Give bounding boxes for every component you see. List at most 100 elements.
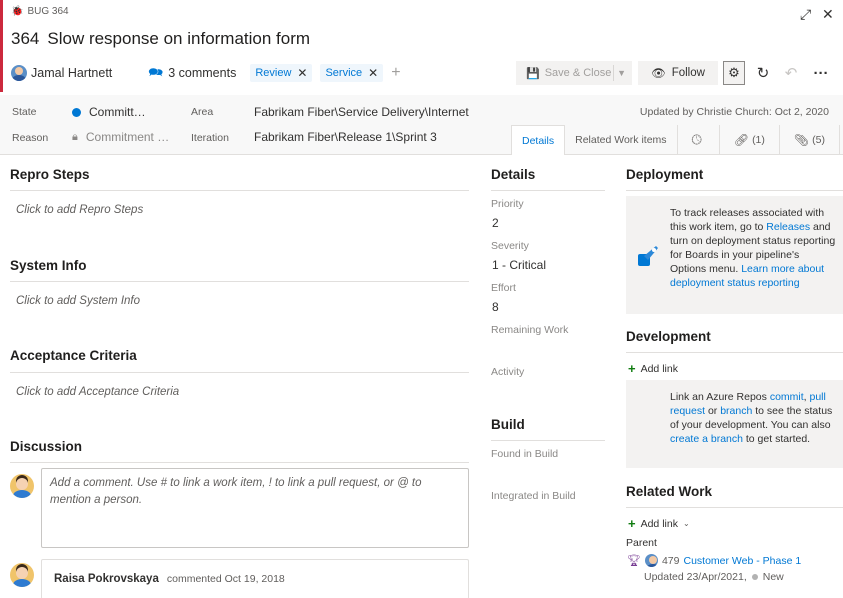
releases-link[interactable]: Releases <box>766 221 810 233</box>
build-heading: Build <box>491 417 525 432</box>
lock-icon: 🔒︎ <box>72 130 78 143</box>
development-add-link-button[interactable]: + Add link <box>628 361 678 376</box>
development-text: Link an Azure Repos <box>670 391 770 403</box>
state-indicator <box>72 107 81 117</box>
more-actions-icon[interactable]: ··· <box>810 61 832 85</box>
parent-state: New <box>762 571 784 583</box>
area-value[interactable]: Fabrikam Fiber\Service Delivery\Internet <box>254 105 469 119</box>
severity-value[interactable]: 1 - Critical <box>492 258 546 272</box>
chevron-down-icon[interactable]: ▼ <box>617 68 626 78</box>
section-divider <box>491 190 605 191</box>
found-in-build-label: Found in Build <box>491 448 559 460</box>
repro-steps-heading: Repro Steps <box>10 167 90 182</box>
rocket-deploy-icon <box>638 246 658 266</box>
integrated-in-build-label: Integrated in Build <box>491 490 576 502</box>
plus-icon: + <box>628 516 636 531</box>
priority-value[interactable]: 2 <box>492 216 499 230</box>
remove-tag-icon[interactable]: ✕ <box>297 66 307 80</box>
work-item-tabs: Details Related Work items 🕓︎ 🔗︎ (1) 📎︎ … <box>511 125 840 155</box>
tab-history[interactable]: 🕓︎ <box>676 125 719 155</box>
tab-links[interactable]: 🔗︎ (1) <box>718 125 779 155</box>
integrated-in-build-field[interactable] <box>491 504 601 522</box>
section-divider <box>10 281 469 282</box>
trophy-icon: 🏆︎ <box>627 555 641 567</box>
effort-label: Effort <box>491 282 516 294</box>
severity-label: Severity <box>491 240 529 252</box>
section-divider <box>10 462 469 463</box>
last-updated[interactable]: Updated by Christie Church: Oct 2, 2020 <box>640 106 829 118</box>
save-close-label: Save & Close <box>544 67 612 79</box>
section-divider <box>10 372 469 373</box>
branch-link[interactable]: branch <box>720 405 752 417</box>
tag-label: Service <box>325 67 363 79</box>
iteration-value[interactable]: Fabrikam Fiber\Release 1\Sprint 3 <box>254 130 437 144</box>
work-item-type: 🐞 BUG 364 <box>11 6 69 17</box>
effort-value[interactable]: 8 <box>492 300 499 314</box>
comment-input[interactable]: Add a comment. Use # to link a work item… <box>41 468 469 548</box>
section-divider <box>10 190 469 191</box>
development-heading: Development <box>626 329 711 344</box>
acceptance-criteria-editor[interactable]: Click to add Acceptance Criteria <box>16 386 179 398</box>
parent-work-item[interactable]: 🏆︎ 479 Customer Web - Phase 1 <box>627 554 801 567</box>
comment-item: Raisa Pokrovskaya commented Oct 19, 2018 <box>41 559 469 598</box>
tag-review[interactable]: Review ✕ <box>250 64 313 82</box>
save-close-button[interactable]: 💾 Save & Close ▼ <box>516 61 632 85</box>
parent-updated: Updated 23/Apr/2021, <box>644 571 747 583</box>
commenter-avatar <box>10 563 34 590</box>
discussion-heading: Discussion <box>10 439 83 454</box>
reason-field[interactable]: 🔒︎ Commitment … <box>72 130 169 144</box>
comments-count: 3 comments <box>168 66 237 80</box>
link-icon: 🔗︎ <box>733 133 750 147</box>
add-link-label: Add link <box>640 517 678 530</box>
section-divider <box>626 190 843 191</box>
tab-details[interactable]: Details <box>511 125 565 155</box>
development-info-text: Link an Azure Repos commit, pull request… <box>670 390 838 446</box>
repro-steps-editor[interactable]: Click to add Repro Steps <box>16 204 143 216</box>
create-branch-link[interactable]: create a branch <box>670 433 743 445</box>
work-item-title[interactable]: Slow response on information form <box>47 29 310 49</box>
state-label: State <box>12 106 37 118</box>
deployment-heading: Deployment <box>626 167 704 182</box>
tab-links-count: (1) <box>752 134 765 146</box>
current-user-avatar <box>10 474 34 501</box>
state-field[interactable]: Committ… <box>72 105 146 119</box>
parent-title-link[interactable]: Customer Web - Phase 1 <box>684 555 802 567</box>
related-work-heading: Related Work <box>626 484 713 499</box>
eye-icon: 👁 <box>651 68 666 80</box>
remove-tag-icon[interactable]: ✕ <box>368 66 378 80</box>
activity-field[interactable] <box>491 380 601 398</box>
commit-link[interactable]: commit <box>770 391 804 403</box>
refresh-icon[interactable]: ↻ <box>752 61 774 85</box>
tab-attachments[interactable]: 📎︎ (5) <box>778 125 840 155</box>
undo-icon[interactable]: ↶ <box>780 61 802 85</box>
expand-icon[interactable]: ⤢ <box>800 6 811 23</box>
comments-link[interactable]: 🗪 3 comments <box>148 63 236 84</box>
gear-icon[interactable]: ⚙ <box>723 61 745 85</box>
found-in-build-field[interactable] <box>491 462 601 480</box>
tag-label: Review <box>255 67 292 79</box>
details-heading: Details <box>491 167 536 182</box>
parent-label: Parent <box>626 537 657 549</box>
save-icon: 💾 <box>526 67 540 80</box>
section-divider <box>626 352 843 353</box>
add-link-label: Add link <box>640 362 678 375</box>
comment-icon: 🗪 <box>148 64 164 79</box>
work-item-type-accent <box>0 0 3 92</box>
remaining-work-field[interactable] <box>491 338 601 356</box>
add-tag-button[interactable]: + <box>391 64 400 82</box>
related-add-link-button[interactable]: + Add link ⌄ <box>628 516 690 531</box>
chevron-down-icon: ⌄ <box>682 519 690 528</box>
close-icon[interactable]: ✕ <box>822 6 834 23</box>
assignee-name[interactable]: Jamal Hartnett <box>31 66 112 80</box>
follow-button[interactable]: 👁 Follow <box>638 61 718 85</box>
comment-author[interactable]: Raisa Pokrovskaya <box>54 573 159 585</box>
system-info-editor[interactable]: Click to add System Info <box>16 295 140 307</box>
tag-service[interactable]: Service ✕ <box>320 64 384 82</box>
history-icon: 🕓︎ <box>691 132 702 147</box>
area-label: Area <box>191 106 214 118</box>
section-divider <box>491 440 605 441</box>
acceptance-criteria-heading: Acceptance Criteria <box>10 348 137 363</box>
deployment-info-panel: To track releases associated with this w… <box>626 196 843 314</box>
tab-related-work-items[interactable]: Related Work items <box>564 125 676 155</box>
state-dot-icon <box>751 574 758 580</box>
